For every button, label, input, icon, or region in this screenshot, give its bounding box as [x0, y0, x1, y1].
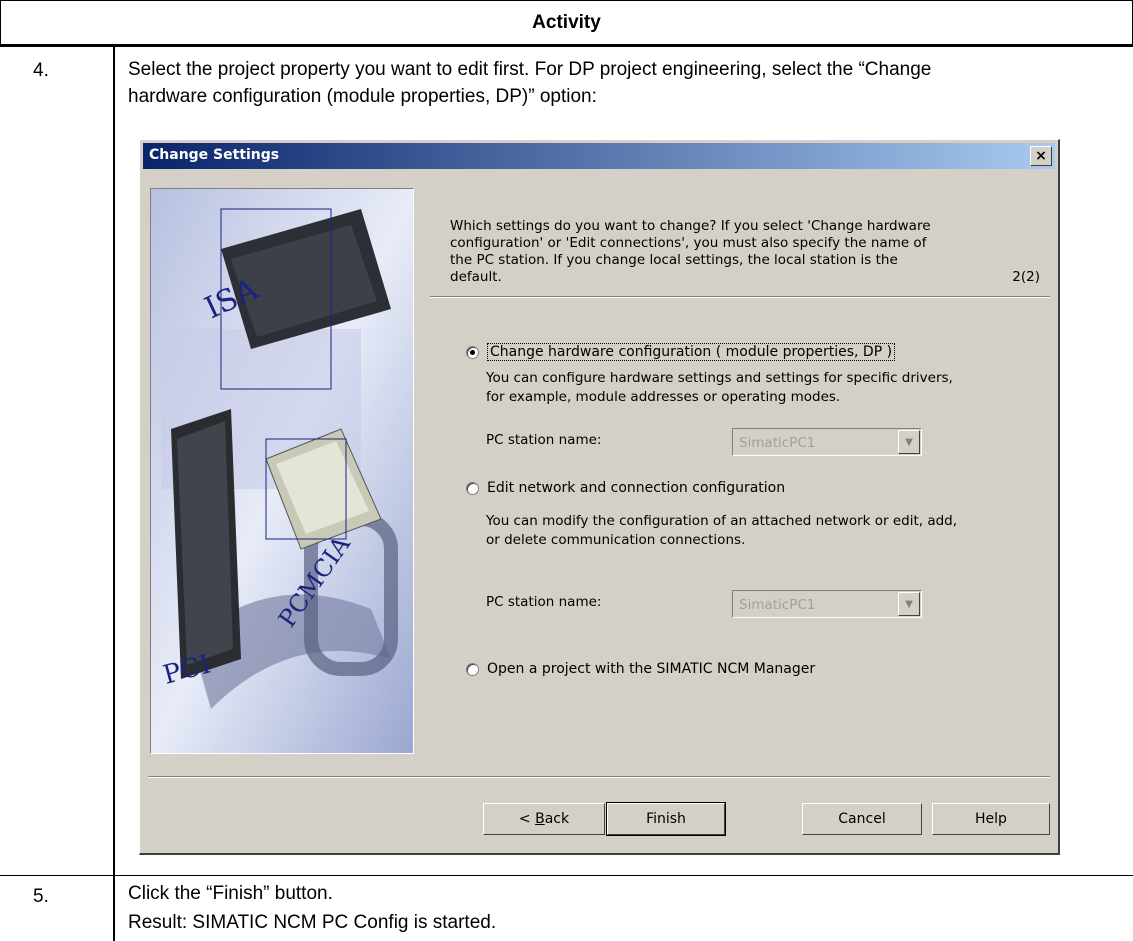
column-header-activity: Activity — [532, 12, 601, 33]
pc-station-name-label: PC station name: — [486, 594, 602, 610]
step-number: 5. — [33, 886, 49, 907]
step-text-line: Click the “Finish” button. — [128, 883, 333, 904]
intro-line: default. — [450, 269, 502, 285]
description-line: for example, module addresses or operati… — [486, 389, 841, 405]
description-line: or delete communication connections. — [486, 532, 746, 548]
finish-label: Finish — [646, 811, 686, 827]
radio-button[interactable] — [466, 481, 479, 495]
radio-button[interactable] — [466, 345, 479, 359]
column-separator — [113, 47, 115, 941]
help-button[interactable]: Help — [932, 803, 1050, 835]
back-label-prefix: < — [518, 811, 536, 827]
radio-button[interactable] — [466, 662, 479, 676]
intro-line: the PC station. If you change local sett… — [450, 252, 898, 268]
intro-line: Which settings do you want to change? If… — [450, 218, 931, 234]
intro-line: configuration' or 'Edit connections', yo… — [450, 235, 927, 251]
row-separator — [0, 875, 1133, 876]
chevron-down-icon[interactable]: ▼ — [898, 430, 920, 454]
option-description: You can configure hardware settings and … — [486, 369, 953, 407]
cancel-button[interactable]: Cancel — [802, 803, 922, 835]
intro-text: Which settings do you want to change? If… — [450, 218, 1040, 286]
pc-station-name-label: PC station name: — [486, 432, 602, 448]
step-text-line: Select the project property you want to … — [128, 59, 932, 80]
step-text-line: hardware configuration (module propertie… — [128, 86, 597, 107]
dialog-titlebar: Change Settings × — [143, 143, 1055, 169]
network-cards-illustration: ISA PCI PCMCIA — [151, 189, 413, 753]
top-separator — [430, 296, 1050, 298]
option-label: Open a project with the SIMATIC NCM Mana… — [487, 661, 816, 677]
step-number: 4. — [33, 60, 49, 81]
close-button[interactable]: × — [1030, 146, 1052, 166]
wizard-image: ISA PCI PCMCIA — [150, 188, 414, 754]
description-line: You can configure hardware settings and … — [486, 370, 953, 386]
radio-selected-dot — [470, 349, 475, 355]
page-indicator: 2(2) — [1012, 269, 1040, 285]
help-label: Help — [975, 811, 1007, 827]
back-label-rest: ack — [544, 811, 570, 827]
option-change-hardware[interactable]: Change hardware configuration ( module p… — [466, 343, 896, 361]
option-edit-network[interactable]: Edit network and connection configuratio… — [466, 480, 785, 496]
description-line: You can modify the configuration of an a… — [486, 513, 958, 529]
option-label: Change hardware configuration ( module p… — [487, 343, 896, 361]
pc-station-name-combo[interactable]: SimaticPC1 ▼ — [732, 428, 922, 456]
bottom-separator — [148, 776, 1050, 778]
back-label-mnemonic: B — [535, 811, 545, 827]
step-text-line: Result: SIMATIC NCM PC Config is started… — [128, 912, 497, 933]
combo-value: SimaticPC1 — [739, 435, 816, 451]
combo-value: SimaticPC1 — [739, 597, 816, 613]
close-icon: × — [1035, 148, 1047, 164]
option-open-ncm-manager[interactable]: Open a project with the SIMATIC NCM Mana… — [466, 661, 815, 677]
option-description: You can modify the configuration of an a… — [486, 512, 957, 550]
option-label: Edit network and connection configuratio… — [487, 480, 786, 496]
dialog-title: Change Settings — [149, 147, 280, 163]
finish-button[interactable]: Finish — [606, 802, 726, 836]
chevron-down-icon[interactable]: ▼ — [898, 592, 920, 616]
cancel-label: Cancel — [838, 811, 886, 827]
change-settings-dialog: Change Settings × ISA PCI PCMCIA Which s… — [139, 139, 1060, 855]
pc-station-name-combo[interactable]: SimaticPC1 ▼ — [732, 590, 922, 618]
back-button[interactable]: < Back — [483, 803, 605, 835]
